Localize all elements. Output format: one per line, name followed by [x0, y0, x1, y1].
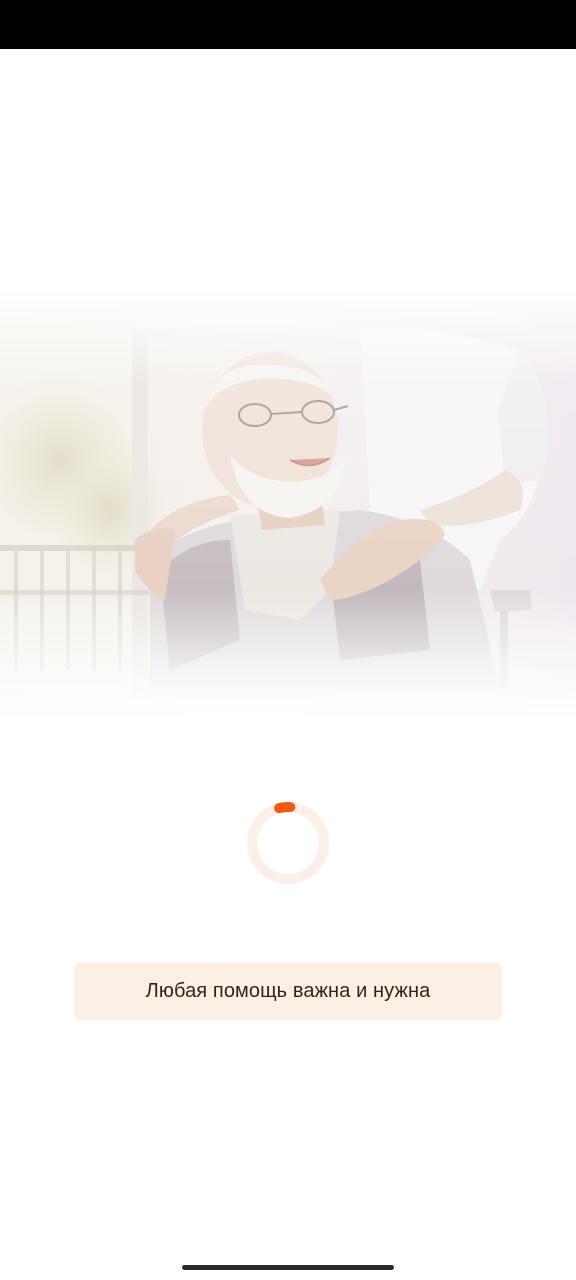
- spinner-arc: [274, 802, 296, 814]
- home-indicator[interactable]: [182, 1265, 394, 1270]
- loading-spinner-icon: [246, 801, 330, 885]
- status-bar: [0, 0, 576, 49]
- spinner-track: [247, 802, 329, 884]
- message-text: Любая помощь важна и нужна: [145, 979, 431, 1002]
- hero-image: [0, 290, 576, 720]
- message-card: Любая помощь важна и нужна: [74, 962, 502, 1020]
